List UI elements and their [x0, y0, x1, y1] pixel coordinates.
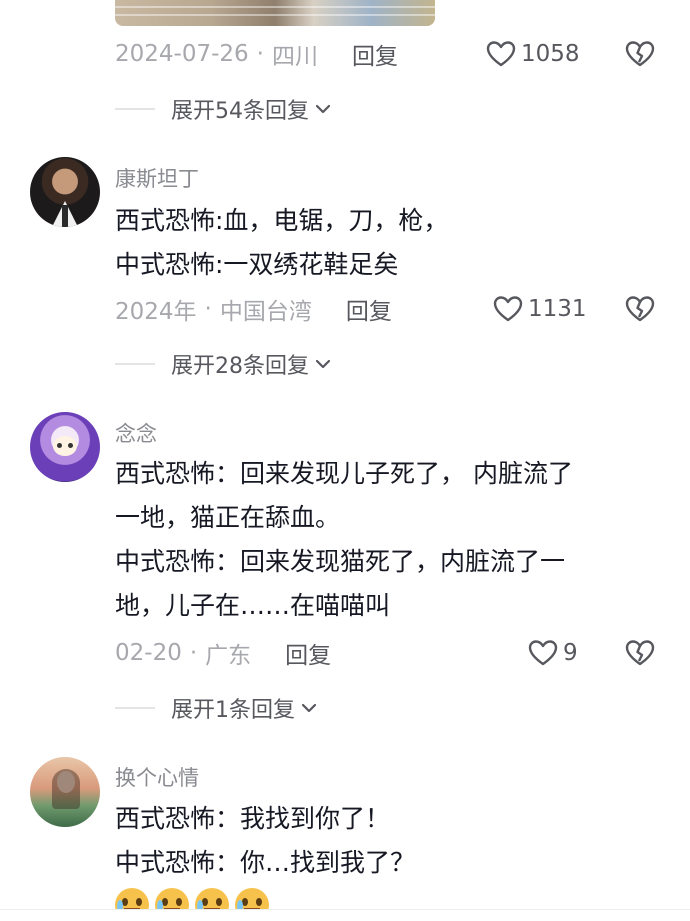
expand-replies[interactable]: 展开54条回复: [115, 92, 333, 126]
like-count: 1058: [521, 41, 580, 67]
username[interactable]: 康斯坦丁: [115, 163, 199, 193]
comment-line: 中式恐怖：你…找到我了？: [115, 848, 416, 877]
divider-line: [115, 707, 155, 709]
reply-button[interactable]: 回复: [285, 636, 331, 670]
reply-button[interactable]: 回复: [352, 37, 398, 71]
avatar[interactable]: [30, 412, 100, 482]
comment-line: 西式恐怖：回来发现儿子死了， 内脏流了: [115, 459, 573, 488]
chevron-down-icon: [315, 104, 331, 114]
heart-icon: [486, 41, 516, 67]
separator-dot: ·: [256, 41, 264, 67]
comment-text: 西式恐怖：我找到你了！ 中式恐怖：你…找到我了？: [115, 797, 650, 885]
expand-label: 展开28条回复: [171, 354, 309, 379]
like-count: 9: [563, 640, 578, 666]
username[interactable]: 换个心情: [115, 762, 199, 792]
broken-heart-icon[interactable]: [624, 637, 656, 669]
comment-date: 2024年: [115, 299, 197, 325]
comment-meta: 2024-07-26 · 四川 回复 1058: [115, 36, 660, 72]
comment-text: 西式恐怖:血，电锯，刀，枪， 中式恐怖:一双绣花鞋足矣: [115, 199, 650, 287]
like-button[interactable]: 1131: [492, 293, 587, 325]
comment-location: 中国台湾: [219, 299, 312, 325]
chevron-down-icon: [301, 703, 317, 713]
separator-dot: ·: [204, 296, 212, 322]
comment-line: 一地，猫正在舔血。: [115, 503, 341, 532]
reply-button[interactable]: 回复: [346, 292, 392, 326]
like-button[interactable]: 1058: [485, 38, 580, 70]
chevron-down-icon: [315, 359, 331, 369]
like-count: 1131: [528, 296, 587, 322]
avatar[interactable]: [30, 157, 100, 227]
divider-line: [115, 363, 155, 365]
comment-line: 西式恐怖：我找到你了！: [115, 804, 391, 833]
comment-location: 广东: [205, 643, 252, 669]
divider-line: [115, 108, 155, 110]
comment-meta: 02-20 · 广东 回复 9: [115, 635, 660, 671]
comment-date: 02-20: [115, 640, 182, 666]
bottom-bar: [0, 909, 690, 921]
expand-replies[interactable]: 展开1条回复: [115, 691, 319, 725]
broken-heart-icon[interactable]: [624, 293, 656, 325]
expand-label: 展开54条回复: [171, 99, 309, 124]
comment-line: 西式恐怖:血，电锯，刀，枪，: [115, 206, 449, 235]
heart-icon: [528, 640, 558, 666]
comment-image[interactable]: [115, 0, 435, 26]
heart-icon: [493, 296, 523, 322]
comment-text: 西式恐怖：回来发现儿子死了， 内脏流了 一地，猫正在舔血。 中式恐怖：回来发现猫…: [115, 452, 650, 628]
expand-label: 展开1条回复: [171, 698, 295, 723]
comment-line: 中式恐怖:一双绣花鞋足矣: [115, 250, 399, 279]
comment-location: 四川: [271, 44, 318, 70]
broken-heart-icon[interactable]: [624, 38, 656, 70]
comment-line: 地，儿子在……在喵喵叫: [115, 591, 391, 620]
expand-replies[interactable]: 展开28条回复: [115, 347, 333, 381]
comment-line: 中式恐怖：回来发现猫死了，内脏流了一: [115, 547, 566, 576]
username[interactable]: 念念: [115, 418, 157, 448]
like-button[interactable]: 9: [527, 637, 578, 669]
comment-date: 2024-07-26: [115, 41, 249, 67]
comment-meta: 2024年 · 中国台湾 回复 1131: [115, 291, 660, 327]
avatar[interactable]: [30, 757, 100, 827]
separator-dot: ·: [189, 640, 198, 666]
